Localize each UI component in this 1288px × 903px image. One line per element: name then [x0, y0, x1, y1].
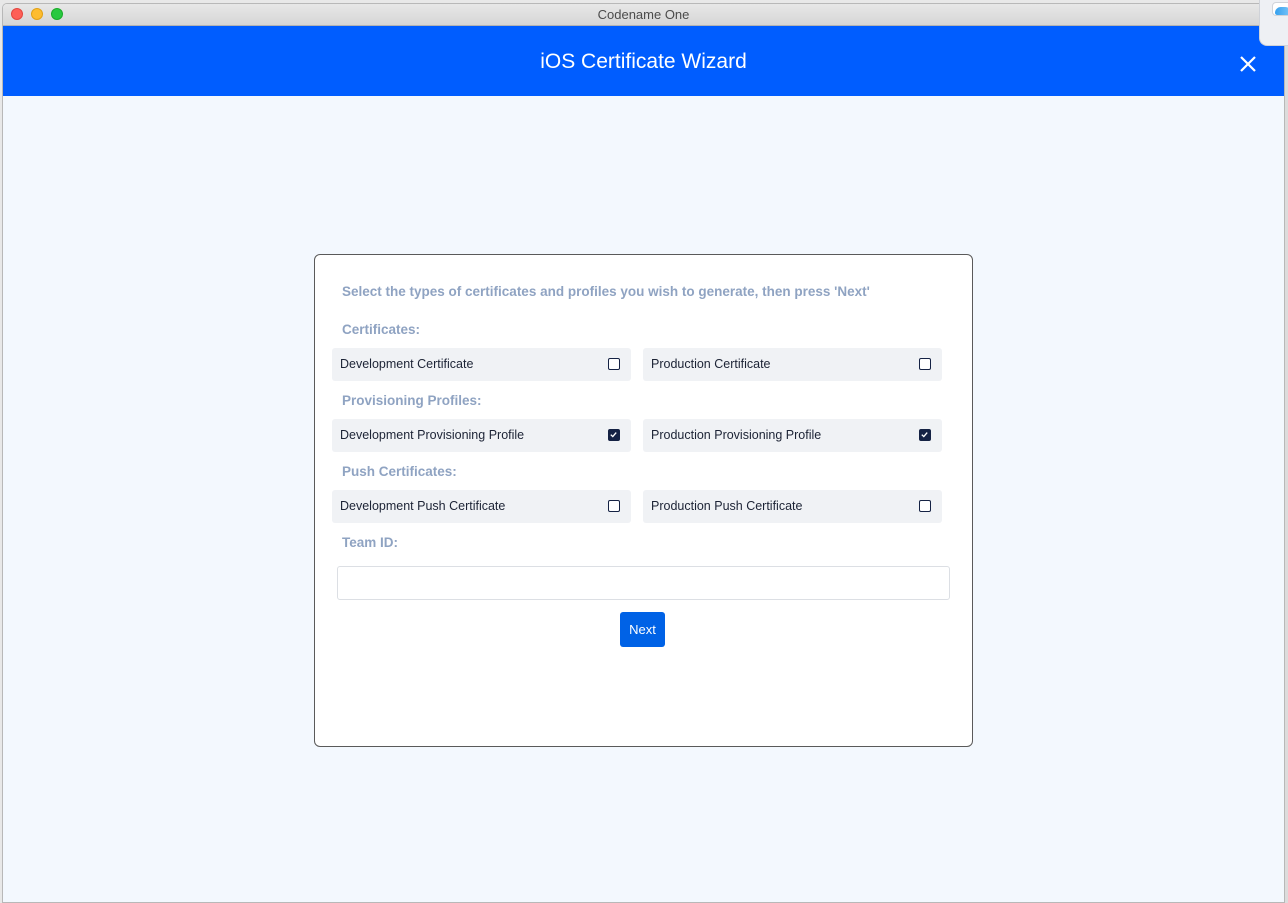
option-label: Production Certificate	[651, 357, 771, 371]
wizard-content: Select the types of certificates and pro…	[3, 96, 1284, 902]
option-label: Development Push Certificate	[340, 499, 506, 513]
checkmark-icon	[610, 432, 617, 438]
page-title: iOS Certificate Wizard	[540, 50, 747, 73]
option-development-provisioning-profile[interactable]: Development Provisioning Profile	[332, 419, 631, 452]
window-titlebar: Codename One	[3, 4, 1284, 26]
wizard-card: Select the types of certificates and pro…	[314, 254, 973, 747]
option-label: Production Push Certificate	[651, 499, 803, 513]
option-development-certificate[interactable]: Development Certificate	[332, 348, 631, 381]
section-label-push-certificates: Push Certificates:	[342, 464, 457, 479]
checkbox-unchecked[interactable]	[608, 500, 620, 512]
section-label-provisioning-profiles: Provisioning Profiles:	[342, 393, 482, 408]
app-window: Codename One iOS Certificate Wizard Sele…	[2, 3, 1285, 903]
close-icon	[1240, 56, 1256, 72]
section-label-certificates: Certificates:	[342, 322, 421, 337]
intro-text: Select the types of certificates and pro…	[342, 284, 870, 299]
team-id-input[interactable]	[337, 566, 950, 600]
window-title: Codename One	[597, 7, 690, 22]
option-label: Development Provisioning Profile	[340, 428, 525, 442]
checkbox-checked[interactable]	[919, 429, 931, 441]
checkbox-unchecked[interactable]	[919, 500, 931, 512]
next-button[interactable]: Next	[620, 612, 665, 647]
cloud-widget[interactable]	[1259, 0, 1288, 46]
wizard-header: iOS Certificate Wizard	[3, 26, 1284, 96]
option-production-push-certificate[interactable]: Production Push Certificate	[643, 490, 942, 523]
option-development-push-certificate[interactable]: Development Push Certificate	[332, 490, 631, 523]
checkmark-icon	[921, 432, 928, 438]
checkbox-unchecked[interactable]	[608, 358, 620, 370]
team-id-label: Team ID:	[342, 535, 399, 550]
option-production-certificate[interactable]: Production Certificate	[643, 348, 942, 381]
checkbox-unchecked[interactable]	[919, 358, 931, 370]
close-button[interactable]	[1238, 54, 1258, 74]
option-production-provisioning-profile[interactable]: Production Provisioning Profile	[643, 419, 942, 452]
checkbox-checked[interactable]	[608, 429, 620, 441]
option-label: Development Certificate	[340, 357, 474, 371]
cloud-icon	[1272, 2, 1288, 16]
option-label: Production Provisioning Profile	[651, 428, 822, 442]
